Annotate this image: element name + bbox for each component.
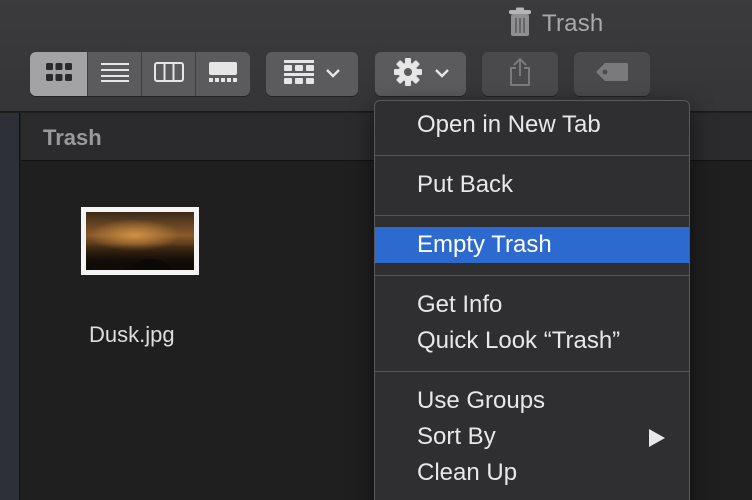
menu-item-open-in-new-tab[interactable]: Open in New Tab: [375, 107, 689, 143]
chevron-down-icon: [326, 65, 340, 83]
menu-item-sort-by[interactable]: Sort By: [375, 419, 689, 455]
menu-item-label: Open in New Tab: [417, 111, 601, 138]
icon-view-button[interactable]: [30, 52, 88, 96]
menu-item-label: Clean Up: [417, 459, 518, 486]
file-name-label[interactable]: Dusk.jpg: [89, 322, 175, 348]
menu-item-get-info[interactable]: Get Info: [375, 287, 689, 323]
image-preview: [86, 212, 194, 270]
window-title-area: Trash: [508, 7, 604, 42]
menu-item-quick-look[interactable]: Quick Look “Trash”: [375, 323, 689, 359]
menu-separator: [375, 263, 689, 287]
grid-icon: [45, 62, 72, 86]
share-button[interactable]: [482, 52, 558, 96]
submenu-arrow-icon: [649, 429, 665, 447]
group-grid-icon: [284, 59, 314, 89]
menu-separator: [375, 203, 689, 227]
file-thumbnail[interactable]: [81, 207, 199, 275]
group-by-button[interactable]: [266, 52, 358, 96]
menu-item-use-groups[interactable]: Use Groups: [375, 383, 689, 419]
window-title: Trash: [542, 10, 604, 37]
chevron-down-icon: [434, 65, 449, 83]
list-icon: [100, 62, 129, 87]
column-view-button[interactable]: [142, 52, 196, 96]
trash-can-icon: [508, 7, 532, 42]
sidebar-edge: [0, 113, 20, 500]
menu-separator: [375, 359, 689, 383]
tag-icon: [595, 62, 629, 87]
menu-separator: [375, 143, 689, 167]
window-toolbar: Trash: [0, 0, 752, 112]
columns-icon: [153, 61, 184, 87]
action-menu-button[interactable]: [375, 52, 466, 96]
menu-item-label: Quick Look “Trash”: [417, 327, 621, 354]
menu-item-label: Use Groups: [417, 387, 546, 414]
folder-title: Trash: [43, 125, 102, 150]
list-view-button[interactable]: [88, 52, 142, 96]
tag-button[interactable]: [574, 52, 650, 96]
share-icon: [509, 57, 531, 92]
gear-icon: [393, 57, 423, 92]
menu-item-put-back[interactable]: Put Back: [375, 167, 689, 203]
gallery-view-button[interactable]: [196, 52, 250, 96]
menu-item-label: Sort By: [417, 423, 496, 450]
menu-item-label: Get Info: [417, 291, 503, 318]
menu-item-empty-trash[interactable]: Empty Trash: [375, 227, 689, 263]
menu-item-label: Put Back: [417, 171, 514, 198]
view-mode-control: [30, 52, 250, 96]
gallery-icon: [208, 61, 238, 88]
menu-item-label: Empty Trash: [417, 231, 552, 258]
action-context-menu: Open in New Tab Put Back Empty Trash Get…: [374, 100, 690, 500]
menu-item-clean-up[interactable]: Clean Up: [375, 455, 689, 491]
